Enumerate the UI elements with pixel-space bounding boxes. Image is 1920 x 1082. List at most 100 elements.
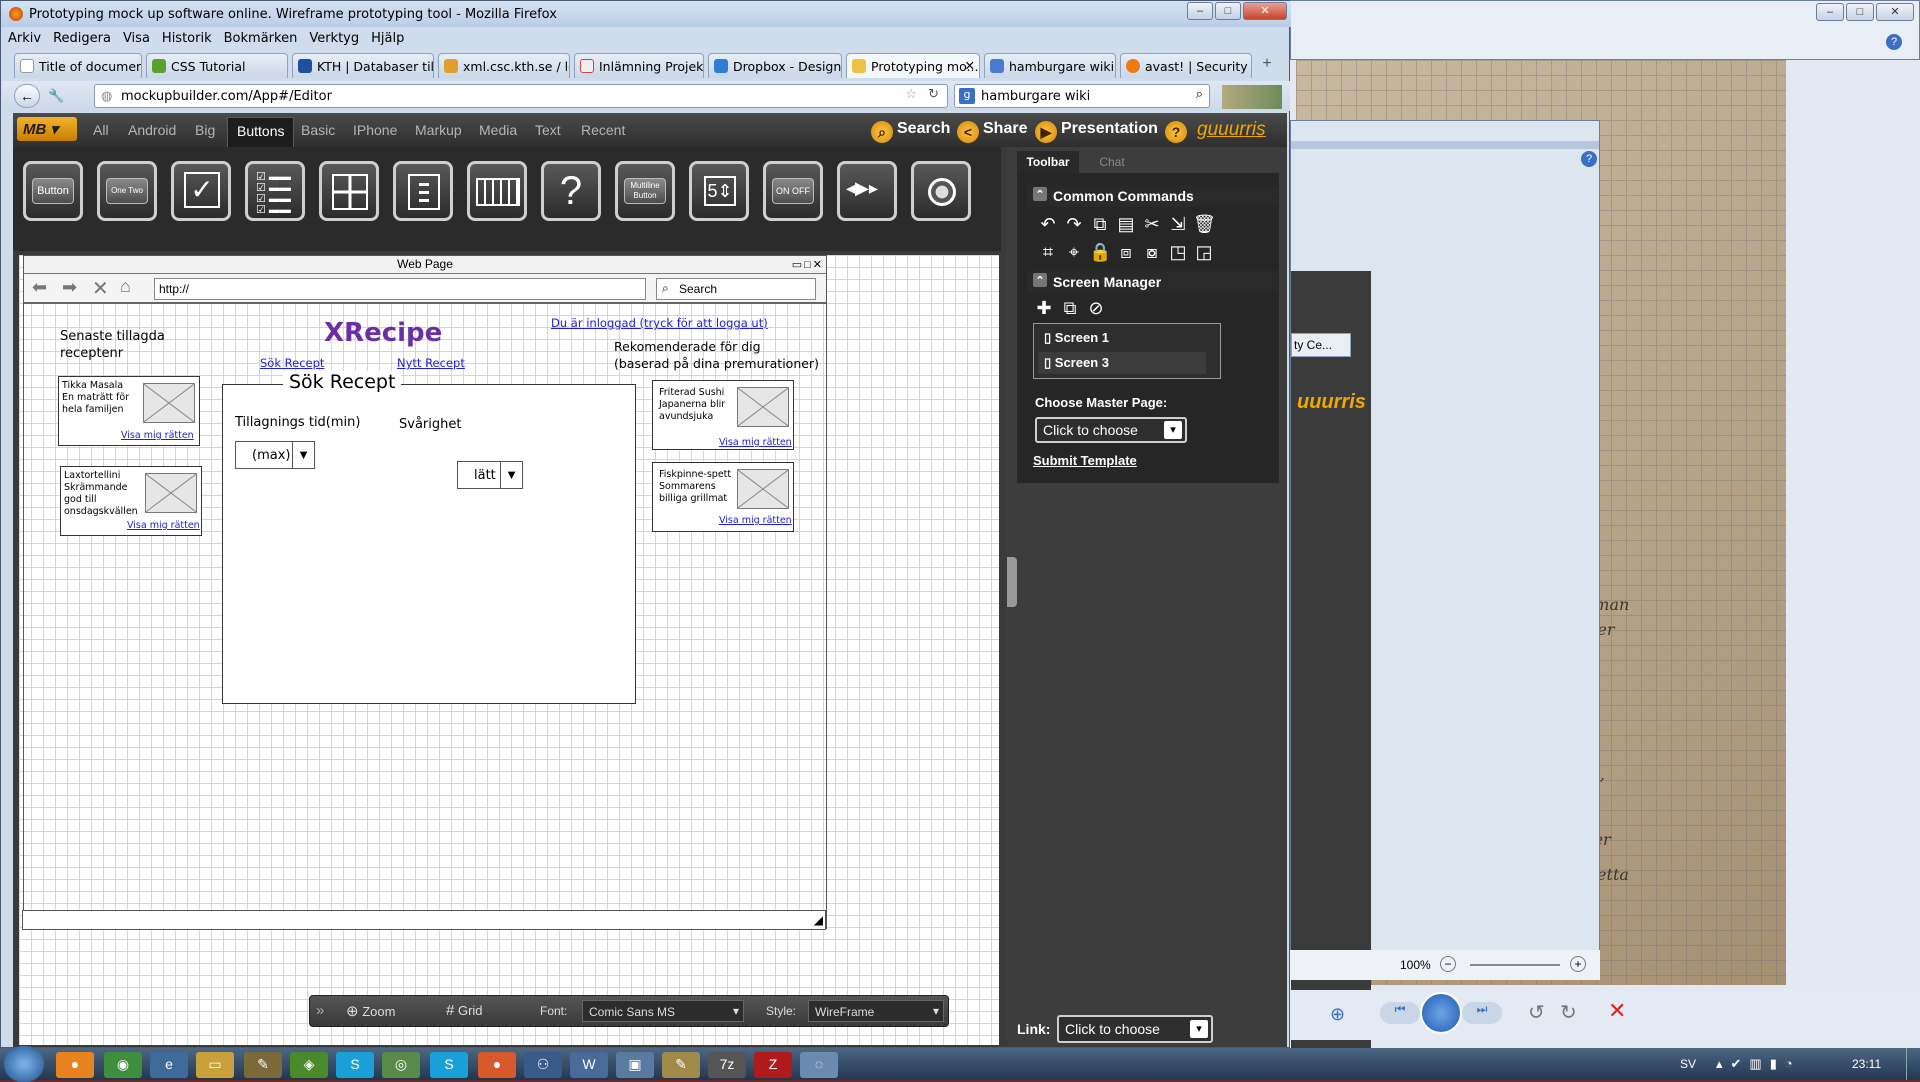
send-back-icon[interactable]: ◲ bbox=[1193, 241, 1215, 263]
nav-tab-recent[interactable]: Recent bbox=[581, 122, 625, 138]
nav-tab-text[interactable]: Text bbox=[535, 122, 561, 138]
component-segmented[interactable]: One Two bbox=[97, 161, 157, 221]
menu-bokmarken[interactable]: Bokmärken bbox=[218, 29, 304, 46]
crop-icon[interactable]: ⌖ bbox=[1063, 241, 1085, 263]
menu-hjalp[interactable]: Hjälp bbox=[365, 29, 410, 46]
collapse-icon[interactable]: » bbox=[316, 1002, 324, 1019]
tab-prototyping[interactable]: Prototyping mo... ✕ bbox=[846, 53, 980, 78]
nav-tab-android[interactable]: Android bbox=[128, 122, 176, 138]
notes-taskbar-icon[interactable]: ✎ bbox=[662, 1052, 700, 1078]
component-calendar[interactable] bbox=[467, 161, 527, 221]
recipe-card-link[interactable]: Visa mig rätten bbox=[719, 515, 792, 526]
tab-xml[interactable]: xml.csc.kth.se / loc... bbox=[438, 53, 570, 78]
nav-tab-markup[interactable]: Markup bbox=[415, 122, 462, 138]
firefox-taskbar-icon[interactable]: ● bbox=[56, 1052, 94, 1078]
tray-icons[interactable]: ▴✔▥▮◔ bbox=[1716, 1056, 1801, 1072]
panel-toggle[interactable] bbox=[1007, 557, 1017, 607]
menu-verktyg[interactable]: Verktyg bbox=[303, 29, 365, 46]
help-action[interactable]: ? bbox=[1165, 120, 1191, 143]
search-bar[interactable]: hamburgare wiki g ⌕ bbox=[954, 84, 1210, 108]
export-icon[interactable]: ⇲ bbox=[1167, 213, 1189, 235]
tab-hamburgare[interactable]: hamburgare wiki - ... bbox=[984, 53, 1116, 78]
tab-css-tutorial[interactable]: CSS Tutorial bbox=[146, 53, 288, 78]
slideshow-button[interactable] bbox=[1420, 992, 1462, 1034]
maximize-button[interactable]: □ bbox=[1215, 2, 1241, 20]
zoom-in-icon[interactable]: + bbox=[1570, 956, 1586, 972]
clock[interactable]: 23:11 bbox=[1852, 1057, 1881, 1071]
menu-historik[interactable]: Historik bbox=[156, 29, 218, 46]
fit-icon[interactable]: ⌗ bbox=[1037, 241, 1059, 263]
bg-tab[interactable]: ty Ce... bbox=[1291, 333, 1351, 357]
start-button[interactable] bbox=[4, 1046, 44, 1082]
logout-link[interactable]: Du är inloggad (tryck för att logga ut) bbox=[551, 316, 768, 330]
tab-toolbar[interactable]: Toolbar bbox=[1017, 151, 1079, 173]
link-sok-recept[interactable]: Sök Recept bbox=[260, 356, 324, 370]
recipe-card-link[interactable]: Visa mig rätten bbox=[121, 430, 194, 441]
back-button[interactable]: ← bbox=[14, 84, 40, 108]
tab-kth[interactable]: KTH | Databaser till... bbox=[292, 53, 434, 78]
screen-manager-header[interactable]: Screen Manager bbox=[1027, 271, 1279, 293]
master-page-select[interactable]: Click to choose ▾ bbox=[1035, 417, 1187, 443]
search-action[interactable]: ⌕ Search bbox=[871, 120, 950, 143]
search-icon[interactable]: ⌕ bbox=[1196, 87, 1203, 102]
component-radio[interactable] bbox=[911, 161, 971, 221]
component-toggle[interactable]: ON OFF bbox=[763, 161, 823, 221]
tab-dropbox[interactable]: Dropbox - Design1... bbox=[708, 53, 842, 78]
menu-visa[interactable]: Visa bbox=[117, 29, 156, 46]
component-checklist[interactable]: ☑ ▬▬ ☑ ▬▬ ☑ ▬▬ ☑ ▬▬ bbox=[245, 161, 305, 221]
nav-tab-big[interactable]: Big bbox=[195, 122, 215, 138]
tools-icon[interactable]: 🔧 bbox=[48, 88, 64, 104]
difficulty-select[interactable]: lätt ▼ bbox=[457, 461, 523, 489]
close-button[interactable]: ✕ bbox=[1243, 2, 1287, 20]
url-bar[interactable]: mockupbuilder.com/App#/Editor ◍ ☆ ↻ bbox=[94, 84, 948, 108]
minimize-button[interactable]: – bbox=[1187, 2, 1213, 20]
add-screen-icon[interactable]: ✚ bbox=[1033, 297, 1055, 319]
archive-taskbar-icon[interactable]: 7z bbox=[708, 1052, 746, 1078]
undo-icon[interactable]: ↶ bbox=[1037, 213, 1059, 235]
trash-icon[interactable]: 🗑 bbox=[1193, 213, 1216, 235]
help-icon[interactable]: ? bbox=[1886, 34, 1902, 50]
maximize-button[interactable]: □ bbox=[1846, 3, 1874, 21]
tab-chat[interactable]: Chat bbox=[1087, 151, 1137, 173]
zoom-out-icon[interactable]: − bbox=[1440, 956, 1456, 972]
help-icon-2[interactable]: ? bbox=[1581, 151, 1597, 167]
network-taskbar-icon[interactable]: ⚇ bbox=[524, 1052, 562, 1078]
nav-tab-all[interactable]: All bbox=[93, 122, 109, 138]
menu-arkiv[interactable]: Arkiv bbox=[2, 29, 47, 46]
delete-screen-icon[interactable]: ⊘ bbox=[1085, 297, 1107, 319]
bring-front-icon[interactable]: ◳ bbox=[1167, 241, 1189, 263]
nav-tab-iphone[interactable]: IPhone bbox=[353, 122, 397, 138]
previous-icon[interactable]: ⏮ bbox=[1380, 1002, 1420, 1024]
word-taskbar-icon[interactable]: W bbox=[570, 1052, 608, 1078]
new-tab-button[interactable]: + bbox=[1256, 55, 1278, 77]
nav-tab-buttons[interactable]: Buttons bbox=[227, 117, 295, 147]
viewer-taskbar-icon[interactable]: ▣ bbox=[616, 1052, 654, 1078]
lock-icon[interactable]: 🔒 bbox=[1089, 241, 1111, 263]
tab-title-of-document[interactable]: Title of document bbox=[14, 53, 142, 78]
zoom-slider[interactable] bbox=[1470, 964, 1560, 966]
tool-taskbar-icon[interactable]: ✎ bbox=[244, 1052, 282, 1078]
app-logo[interactable]: MB ▾ bbox=[17, 117, 77, 141]
presentation-action[interactable]: ▶ Presentation bbox=[1035, 120, 1158, 143]
recipe-card-link[interactable]: Visa mig rätten bbox=[719, 437, 792, 448]
cut-icon[interactable]: ✂ bbox=[1141, 213, 1163, 235]
font-select[interactable]: Comic Sans MS ▾ bbox=[582, 1000, 744, 1022]
grid-button[interactable]: # Grid bbox=[446, 1002, 483, 1019]
design-canvas[interactable]: Web Page ▭□✕ ⬅ ➡ ✕ ⌂ http:// Search ⌕ Sen… bbox=[19, 255, 999, 1045]
tab-inlamning[interactable]: Inlämning Projektf... bbox=[574, 53, 704, 78]
component-button[interactable]: Button bbox=[23, 161, 83, 221]
skype2-taskbar-icon[interactable]: S bbox=[430, 1052, 468, 1078]
close-button[interactable]: ✕ bbox=[1876, 3, 1914, 21]
component-grid[interactable] bbox=[319, 161, 379, 221]
component-media[interactable]: ◂▶▸ bbox=[837, 161, 897, 221]
next-icon[interactable]: ⏭ bbox=[1462, 1002, 1502, 1024]
reload-icon[interactable]: ↻ bbox=[928, 87, 939, 102]
screen-item[interactable]: ▯ Screen 1 bbox=[1044, 330, 1109, 346]
fit-icon[interactable]: ⊕ bbox=[1330, 1004, 1345, 1025]
chat-taskbar-icon[interactable]: ◎ bbox=[382, 1052, 420, 1078]
group-icon[interactable]: ⧈ bbox=[1115, 241, 1137, 263]
skype-taskbar-icon[interactable]: S bbox=[336, 1052, 374, 1078]
tab-avast[interactable]: avast! | Security Ce... bbox=[1120, 53, 1252, 78]
bookmark-star-icon[interactable]: ☆ bbox=[905, 87, 917, 102]
web-page-mockup[interactable]: Web Page ▭□✕ ⬅ ➡ ✕ ⌂ http:// Search ⌕ Sen… bbox=[22, 255, 827, 930]
